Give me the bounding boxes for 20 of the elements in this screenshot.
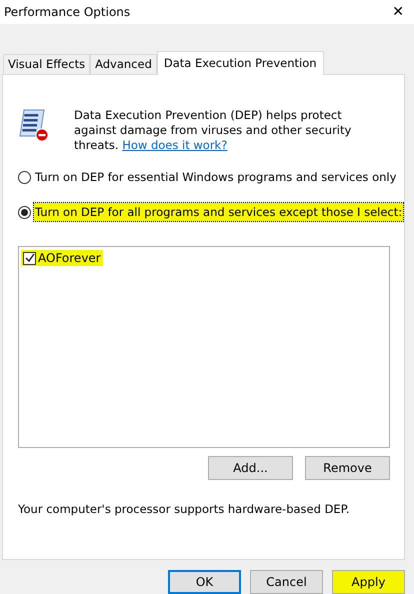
option-label[interactable]: Turn on DEP for essential Windows programs and services only [34,168,398,186]
add-button[interactable]: Add... [208,456,293,480]
dialog-button[interactable]: Apply [332,570,405,594]
close-button[interactable]: ✕ [392,4,404,20]
option-label[interactable]: Turn on DEP for all programs and services except those I select: [34,203,404,222]
tab[interactable]: Data Execution Prevention [156,51,324,76]
program-item[interactable]: AOForever [21,250,103,266]
radio-button[interactable] [18,206,31,219]
dialog-button[interactable]: Cancel [250,570,323,594]
dep-description: Data Execution Prevention (DEP) helps protect against damage from viruses and other security threats. How does it work? [74,108,352,154]
dialog-button[interactable]: OK [168,570,241,594]
tab[interactable]: Visual Effects [3,54,90,74]
radio-button[interactable] [18,170,31,184]
tab[interactable]: Advanced [90,54,157,74]
window-title: Performance Options [4,5,130,20]
remove-button[interactable]: Remove [305,456,390,480]
checkbox[interactable] [23,252,36,265]
help-link[interactable]: How does it work? [122,138,228,152]
program-name: AOForever [38,251,101,266]
support-note: Your computer's processor supports hardware-based DEP. [18,502,350,516]
